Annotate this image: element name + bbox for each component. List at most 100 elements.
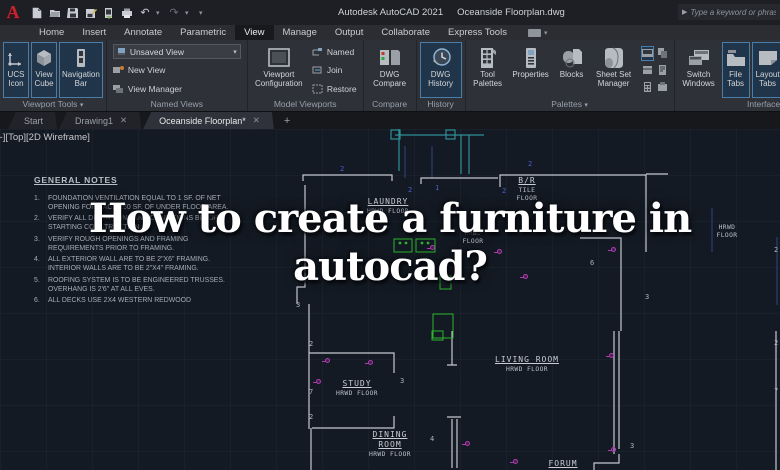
plot-icon[interactable] bbox=[120, 6, 134, 20]
ucs-icon-label: UCS Icon bbox=[7, 70, 25, 89]
dwg-compare-button[interactable]: DWG Compare bbox=[367, 42, 413, 98]
layout-tabs-button[interactable]: Layout Tabs bbox=[751, 42, 780, 98]
menu-tab-home[interactable]: Home bbox=[30, 25, 73, 40]
join-viewport-button[interactable]: Join bbox=[312, 63, 357, 78]
view-dropdown[interactable]: Unsaved View ▾ bbox=[112, 44, 241, 59]
blocks-button[interactable]: Blocks bbox=[555, 42, 589, 98]
panel-caret-icon: ▾ bbox=[584, 102, 588, 109]
room-name: FORUM bbox=[548, 459, 578, 468]
file-tab-bar: Start Drawing1 ✕ Oceanside Floorplan* ✕ + bbox=[0, 112, 780, 129]
menu-tab-insert[interactable]: Insert bbox=[73, 25, 115, 40]
undo-icon[interactable]: ↶ bbox=[138, 6, 152, 20]
new-view-button[interactable]: New View bbox=[112, 63, 241, 78]
restore-viewport-button[interactable]: Restore bbox=[312, 81, 357, 96]
quickcalc-icon[interactable] bbox=[641, 80, 654, 95]
named-viewport-button[interactable]: Named bbox=[312, 44, 357, 59]
help-search-box[interactable]: ▶ bbox=[678, 4, 780, 20]
view-manager-icon bbox=[112, 84, 123, 93]
panel-label-compare[interactable]: Compare bbox=[364, 98, 416, 111]
dimension-number: 2 bbox=[502, 187, 507, 195]
menu-tab-view[interactable]: View bbox=[235, 25, 274, 40]
tool-palettes-button[interactable]: Tool Palettes bbox=[469, 42, 507, 98]
design-center-icon[interactable] bbox=[641, 63, 654, 78]
close-tab-icon[interactable]: ✕ bbox=[253, 115, 260, 126]
ribbon-options-caret-icon: ▾ bbox=[543, 29, 548, 37]
view-manager-button[interactable]: View Manager bbox=[112, 81, 241, 96]
properties-icon bbox=[522, 45, 540, 70]
file-tab-oceanside-floorplan-[interactable]: Oceanside Floorplan* ✕ bbox=[143, 112, 274, 129]
file-tab-label: Drawing1 bbox=[75, 115, 114, 126]
menu-tab-express-tools[interactable]: Express Tools bbox=[439, 25, 516, 40]
close-tab-icon[interactable]: ✕ bbox=[120, 115, 127, 126]
tool-palettes-icon bbox=[478, 45, 498, 70]
viewport-configuration-button[interactable]: Viewport Configuration bbox=[251, 42, 307, 98]
room-label: FORUM bbox=[548, 459, 577, 469]
menu-tab-parametric[interactable]: Parametric bbox=[171, 25, 235, 40]
redo-icon[interactable]: ↷ bbox=[167, 6, 181, 20]
search-input[interactable] bbox=[690, 7, 777, 17]
open-folder-icon[interactable] bbox=[48, 6, 62, 20]
article-title-overlay: How to create a furniture in autocad? bbox=[0, 195, 780, 291]
file-tab-drawing1[interactable]: Drawing1 ✕ bbox=[59, 112, 141, 129]
markup-palette-icon[interactable] bbox=[656, 63, 669, 78]
save-icon[interactable] bbox=[66, 6, 80, 20]
viewport-configuration-icon bbox=[267, 45, 291, 70]
fixture-marker bbox=[313, 379, 321, 384]
undo-caret-icon[interactable]: ▾ bbox=[156, 9, 163, 17]
dimension-number: 3 bbox=[645, 293, 650, 301]
switch-windows-label: Switch Windows bbox=[682, 70, 715, 89]
command-line-icon[interactable] bbox=[640, 45, 654, 61]
window-title: Autodesk AutoCAD 2021 Oceanside Floorpla… bbox=[338, 0, 565, 25]
panel-label-history[interactable]: History bbox=[417, 98, 465, 111]
panel-history: DWG History History bbox=[417, 40, 466, 111]
dimension-number: 3 bbox=[400, 377, 405, 385]
count-palette-icon[interactable] bbox=[656, 46, 669, 61]
dropdown-caret-icon: ▾ bbox=[233, 48, 237, 56]
save-as-icon[interactable] bbox=[84, 6, 98, 20]
dwg-compare-icon bbox=[378, 45, 402, 70]
new-file-icon[interactable] bbox=[30, 6, 44, 20]
dimension-number: 2 bbox=[408, 186, 413, 194]
drawing-canvas[interactable]: [-][Top][2D Wireframe] GENERAL NOTES 1. F… bbox=[0, 129, 780, 470]
sheet-set-manager-button[interactable]: Sheet Set Manager bbox=[591, 42, 637, 98]
ucs-icon-button[interactable]: UCS Icon bbox=[3, 42, 29, 98]
view-cube-icon bbox=[34, 45, 54, 70]
dimension-number: 3 bbox=[296, 301, 301, 309]
navigation-bar-button[interactable]: Navigation Bar bbox=[59, 42, 103, 98]
panel-interface: Switch Windows File Tabs Layout Tabs Til… bbox=[675, 40, 780, 111]
dwg-history-button[interactable]: DWG History bbox=[419, 42, 462, 98]
file-tab-start[interactable]: Start bbox=[8, 112, 57, 129]
panel-label-viewport-tools[interactable]: Viewport Tools ▾ bbox=[0, 98, 106, 111]
menu-tab-output[interactable]: Output bbox=[326, 25, 373, 40]
new-drawing-tab-button[interactable]: + bbox=[276, 112, 298, 129]
qat-dropdown-icon[interactable]: ▾ bbox=[199, 9, 206, 17]
dimension-number: 3 bbox=[630, 442, 635, 450]
panel-label-interface[interactable]: Interface bbox=[675, 98, 780, 111]
view-dropdown-value: Unsaved View bbox=[129, 46, 184, 57]
panel-label-palettes[interactable]: Palettes ▾ bbox=[466, 98, 674, 111]
viewport-configuration-label: Viewport Configuration bbox=[255, 70, 303, 89]
search-expand-icon[interactable]: ▶ bbox=[682, 8, 687, 16]
room-floor-type: HRWD FLOOR bbox=[506, 366, 548, 373]
menu-tab-collaborate[interactable]: Collaborate bbox=[372, 25, 439, 40]
switch-windows-button[interactable]: Switch Windows bbox=[678, 42, 720, 98]
article-title-line2: autocad? bbox=[293, 243, 488, 290]
room-label: DINING ROOM HRWD FLOOR bbox=[369, 430, 411, 459]
autocad-logo-icon[interactable]: A bbox=[0, 0, 26, 25]
properties-button[interactable]: Properties bbox=[509, 42, 553, 98]
view-cube-button[interactable]: View Cube bbox=[31, 42, 57, 98]
external-refs-icon[interactable] bbox=[656, 80, 669, 95]
menu-tab-annotate[interactable]: Annotate bbox=[115, 25, 171, 40]
transmit-icon[interactable] bbox=[102, 6, 116, 20]
viewport-controls[interactable]: [-][Top][2D Wireframe] bbox=[0, 132, 90, 143]
ribbon-options-button[interactable]: ▾ bbox=[527, 25, 548, 40]
room-name: B/R bbox=[518, 176, 536, 185]
panel-named-views: Unsaved View ▾ New View View Manager Nam… bbox=[107, 40, 248, 111]
redo-caret-icon[interactable]: ▾ bbox=[185, 9, 192, 17]
file-tabs-button[interactable]: File Tabs bbox=[721, 42, 750, 98]
menu-tab-manage[interactable]: Manage bbox=[274, 25, 326, 40]
dwg-history-label: DWG History bbox=[428, 70, 454, 89]
panel-label-model-viewports[interactable]: Model Viewports bbox=[248, 98, 363, 111]
dwg-compare-label: DWG Compare bbox=[373, 70, 407, 89]
panel-label-named-views[interactable]: Named Views bbox=[107, 98, 247, 111]
